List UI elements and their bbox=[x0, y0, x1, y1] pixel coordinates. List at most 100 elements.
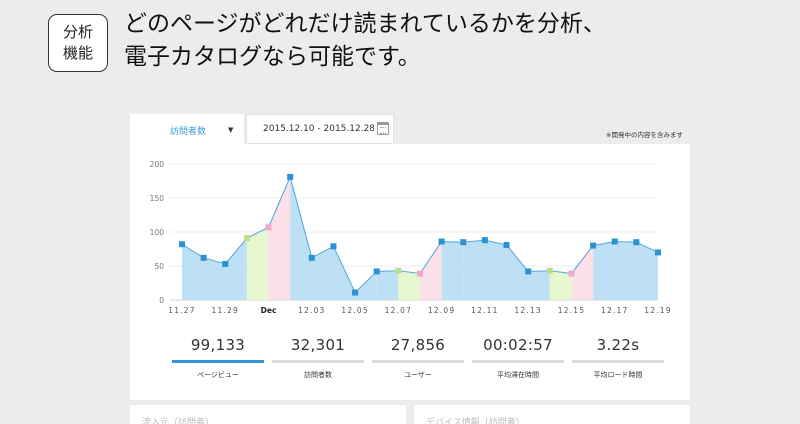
area-segment bbox=[549, 270, 572, 300]
stat-0[interactable]: 99,133 ページビュー bbox=[172, 336, 264, 386]
data-point bbox=[503, 241, 510, 248]
data-point bbox=[525, 268, 532, 275]
x-tick-label: 11.29 bbox=[212, 306, 239, 315]
stat-1[interactable]: 32,301 訪問者数 bbox=[272, 336, 364, 386]
area-segment bbox=[268, 176, 291, 300]
chevron-down-icon: ▼ bbox=[228, 126, 234, 134]
data-point bbox=[265, 224, 272, 231]
x-tick-label: 12.13 bbox=[514, 306, 541, 315]
area-segment bbox=[571, 245, 594, 300]
subpanel-title: デバイス情報（訪問者） bbox=[426, 418, 525, 424]
area-segment bbox=[398, 270, 420, 300]
stat-3[interactable]: 00:02:57 平均滞在時間 bbox=[472, 336, 564, 386]
header: 分析 機能 どのページがどれだけ読まれているかを分析、 電子カタログなら可能です… bbox=[0, 0, 800, 92]
area-segment bbox=[420, 241, 442, 300]
data-point bbox=[438, 238, 445, 245]
metric-dropdown[interactable]: 訪問者数 ▼ bbox=[130, 114, 244, 146]
data-point bbox=[330, 243, 337, 250]
subpanel-title: 流入元（訪問者） bbox=[142, 418, 215, 424]
stats-row: 99,133 ページビュー 32,301 訪問者数 27,856 ユーザー 00:02:57… bbox=[172, 336, 664, 386]
x-tick-label: 12.19 bbox=[644, 306, 671, 315]
y-tick-label: 100 bbox=[150, 228, 165, 237]
x-tick-label: 12.15 bbox=[558, 306, 585, 315]
stat-value: 27,856 bbox=[390, 336, 446, 354]
stat-label: 訪問者数 bbox=[304, 371, 332, 379]
subpanel-device-info: デバイス情報（訪問者） bbox=[414, 405, 690, 424]
data-point bbox=[590, 242, 597, 249]
data-point bbox=[352, 289, 359, 296]
badge-line1: 分析 bbox=[62, 23, 93, 41]
data-point bbox=[611, 238, 618, 245]
stat-value: 32,301 bbox=[290, 336, 346, 354]
headline-line1: どのページがどれだけ読まれているかを分析、 bbox=[124, 11, 606, 37]
area-segment bbox=[225, 238, 247, 300]
x-tick-label: 12.11 bbox=[471, 306, 498, 315]
data-point bbox=[373, 268, 380, 275]
headline-line2: 電子カタログなら可能です。 bbox=[124, 44, 421, 70]
area-segment bbox=[528, 270, 550, 300]
calendar-icon[interactable] bbox=[377, 122, 389, 135]
x-tick-label: 12.17 bbox=[601, 306, 628, 315]
stat-label: ユーザー bbox=[404, 371, 432, 379]
stat-indicator bbox=[272, 360, 364, 363]
y-tick-label: 0 bbox=[159, 296, 164, 305]
stat-indicator bbox=[472, 360, 564, 363]
x-tick-label: 12.05 bbox=[341, 306, 368, 315]
data-point bbox=[546, 267, 553, 274]
stat-4[interactable]: 3.22s 平均ロード時間 bbox=[572, 336, 664, 386]
area-segment bbox=[246, 227, 269, 300]
data-point bbox=[179, 241, 185, 248]
area-segment bbox=[290, 176, 312, 300]
area-segment bbox=[506, 244, 529, 300]
stat-indicator bbox=[572, 360, 664, 363]
y-tick-label: 200 bbox=[150, 160, 165, 169]
data-point bbox=[633, 239, 640, 246]
area-segment bbox=[311, 246, 334, 300]
stat-2[interactable]: 27,856 ユーザー bbox=[372, 336, 464, 386]
area-segment bbox=[441, 241, 464, 300]
visitor-chart: 0 50 100 150 200 11.27 11.29 Dec 12.03 12.05 12.07… bbox=[150, 160, 671, 315]
data-point bbox=[460, 239, 467, 246]
date-range-picker[interactable]: 2015.12.10 - 2015.12.28 bbox=[246, 114, 394, 144]
area-segment bbox=[463, 240, 485, 300]
stat-label: 平均ロード時間 bbox=[593, 371, 643, 379]
x-tick-label: 12.07 bbox=[385, 306, 412, 315]
development-note: ※開発中の内容を含みます bbox=[606, 131, 683, 139]
data-point bbox=[287, 173, 294, 180]
subpanel-traffic-source: 流入元（訪問者） bbox=[130, 405, 406, 424]
data-point bbox=[222, 260, 229, 267]
stat-value: 3.22s bbox=[596, 336, 640, 354]
stat-label: 平均滞在時間 bbox=[497, 371, 539, 379]
area-segment bbox=[593, 241, 615, 300]
data-point bbox=[481, 237, 488, 244]
area-segment bbox=[484, 240, 507, 300]
area-segment bbox=[614, 241, 637, 300]
metric-dropdown-label: 訪問者数 bbox=[170, 127, 207, 137]
x-tick-label: Dec bbox=[261, 306, 277, 315]
stat-value: 99,133 bbox=[190, 336, 246, 354]
badge-line2: 機能 bbox=[62, 44, 93, 62]
headline: どのページがどれだけ読まれているかを分析、 電子カタログなら可能です。 bbox=[124, 8, 606, 74]
data-point bbox=[243, 235, 250, 242]
date-range-text: 2015.12.10 - 2015.12.28 bbox=[263, 124, 376, 134]
area-segment bbox=[203, 257, 226, 300]
stat-indicator bbox=[172, 360, 264, 363]
y-tick-label: 150 bbox=[150, 194, 165, 203]
y-tick-label: 50 bbox=[154, 262, 164, 271]
stat-label: ページビュー bbox=[197, 371, 239, 379]
area-segment bbox=[355, 271, 377, 300]
area-segment bbox=[182, 244, 204, 300]
data-point bbox=[568, 270, 575, 277]
data-point bbox=[417, 270, 423, 277]
stat-indicator bbox=[372, 360, 464, 363]
stat-value: 00:02:57 bbox=[483, 336, 553, 354]
data-point bbox=[395, 267, 402, 274]
feature-badge: 分析 機能 bbox=[48, 14, 108, 72]
data-point bbox=[308, 254, 315, 261]
x-tick-label: 12.09 bbox=[428, 306, 455, 315]
x-tick-label: 12.03 bbox=[298, 306, 325, 315]
data-point bbox=[655, 249, 661, 256]
area-segment bbox=[376, 270, 399, 300]
data-point bbox=[200, 254, 207, 261]
x-tick-label: 11.27 bbox=[168, 306, 195, 315]
